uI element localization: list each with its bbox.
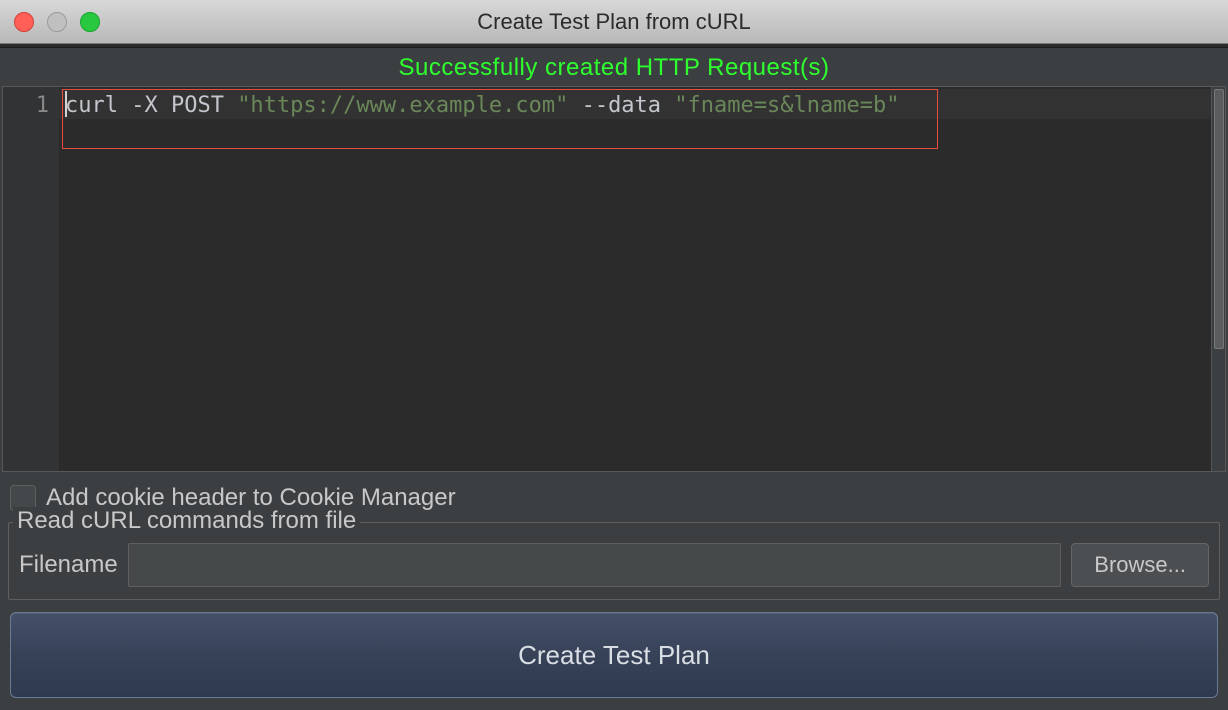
code-line-1: curl -X POST "https://www.example.com" -… [65,91,1205,121]
filename-label: Filename [19,551,118,579]
filename-row: Filename Browse... [19,543,1209,587]
curl-editor[interactable]: 1 curl -X POST "https://www.example.com"… [2,86,1226,472]
fieldset-legend: Read cURL commands from file [13,507,360,535]
editor-scrollbar[interactable] [1211,87,1225,471]
scrollbar-thumb[interactable] [1214,89,1224,349]
token-data-string: "fname=s&lname=b" [674,93,899,118]
traffic-lights [0,12,100,32]
token-command: curl -X POST [65,93,237,118]
editor-gutter: 1 [3,87,59,471]
token-flag: --data [568,93,674,118]
read-from-file-fieldset: Read cURL commands from file Filename Br… [8,522,1220,600]
editor-code-area[interactable]: curl -X POST "https://www.example.com" -… [59,87,1211,471]
minimize-window-button[interactable] [47,12,67,32]
line-number: 1 [3,91,49,121]
window-titlebar: Create Test Plan from cURL [0,0,1228,44]
window-title: Create Test Plan from cURL [0,9,1228,35]
token-url-string: "https://www.example.com" [237,93,568,118]
zoom-window-button[interactable] [80,12,100,32]
options-section: Add cookie header to Cookie Manager Read… [2,472,1226,708]
filename-input[interactable] [128,543,1062,587]
status-message: Successfully created HTTP Request(s) [2,50,1226,86]
browse-button[interactable]: Browse... [1071,543,1209,587]
dialog-body: Successfully created HTTP Request(s) 1 c… [0,48,1228,710]
close-window-button[interactable] [14,12,34,32]
create-test-plan-button[interactable]: Create Test Plan [10,612,1218,698]
